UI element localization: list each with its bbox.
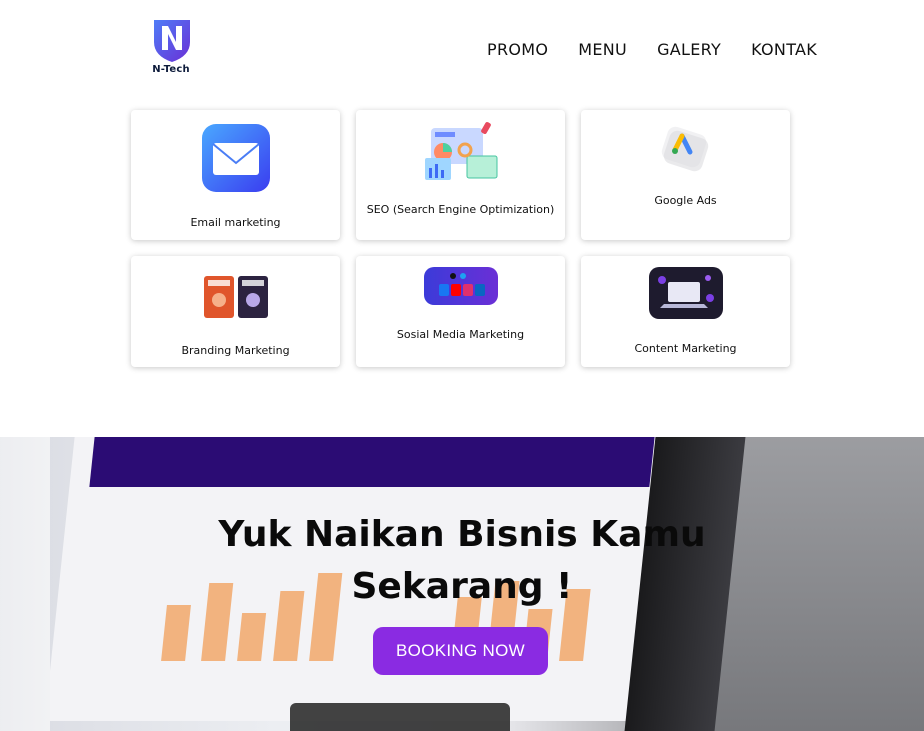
n-shield-logo-icon: [154, 20, 190, 62]
service-label: SEO (Search Engine Optimization): [366, 203, 555, 216]
seo-analytics-icon: [424, 122, 497, 180]
services-grid: Email marketing SEO (Search Engine Optim…: [131, 110, 791, 367]
hero-banner: Yuk Naikan Bisnis Kamu Sekarang ! BOOKIN…: [0, 437, 924, 731]
service-card-content[interactable]: Content Marketing: [581, 256, 790, 367]
nav-item-promo[interactable]: PROMO: [487, 40, 548, 59]
hero-title-line1: Yuk Naikan Bisnis Kamu: [218, 514, 706, 555]
brand-name: N-Tech: [152, 64, 190, 75]
service-label: Google Ads: [654, 194, 717, 207]
content-laptop-icon: [648, 267, 723, 319]
service-card-email[interactable]: Email marketing: [131, 110, 340, 240]
hero-title-line2: Sekarang !: [351, 566, 573, 607]
service-card-seo[interactable]: SEO (Search Engine Optimization): [356, 110, 565, 240]
nav-item-menu[interactable]: MENU: [578, 40, 627, 59]
service-label: Email marketing: [190, 216, 281, 229]
booking-now-button[interactable]: BOOKING NOW: [373, 627, 548, 675]
service-card-branding[interactable]: Branding Marketing: [131, 256, 340, 367]
service-label: Sosial Media Marketing: [396, 328, 525, 341]
service-card-google-ads[interactable]: Google Ads: [581, 110, 790, 240]
service-label: Content Marketing: [634, 342, 737, 355]
product-packaging-icon: [203, 276, 268, 318]
service-card-social-media[interactable]: Sosial Media Marketing: [356, 256, 565, 367]
main-nav: PROMO MENU GALERY KONTAK: [487, 40, 817, 59]
envelope-icon: [201, 124, 270, 192]
google-ads-icon: [661, 126, 708, 172]
brand-logo[interactable]: N-Tech: [148, 16, 198, 78]
service-label: Branding Marketing: [181, 344, 290, 357]
nav-item-kontak[interactable]: KONTAK: [751, 40, 817, 59]
nav-item-galery[interactable]: GALERY: [657, 40, 721, 59]
site-header: N-Tech PROMO MENU GALERY KONTAK: [0, 0, 924, 100]
hero-title: Yuk Naikan Bisnis Kamu Sekarang !: [0, 509, 924, 613]
social-media-icon: [423, 267, 498, 305]
